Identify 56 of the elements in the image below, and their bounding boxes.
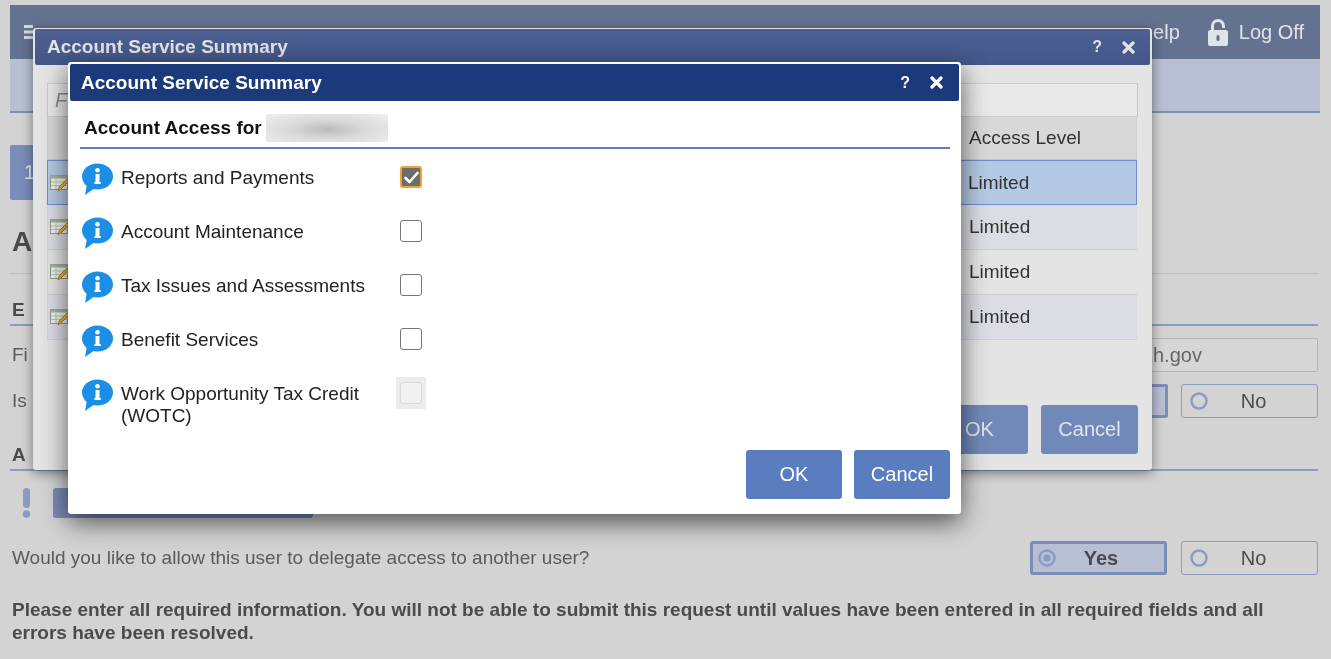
radio-option[interactable]: Yes [1030, 541, 1167, 575]
help-button[interactable]: ? [1092, 38, 1102, 56]
checkbox[interactable] [400, 328, 422, 350]
section-heading: A [12, 444, 26, 466]
field-label: Fi [12, 344, 28, 366]
option-label: Work Opportunity Tax Credit (WOTC) [121, 382, 360, 427]
step-tab[interactable]: 1 [10, 145, 35, 200]
option-label: Account Maintenance [121, 220, 305, 243]
checkbox[interactable] [400, 274, 422, 296]
dialog-title: Account Service Summary [47, 36, 289, 58]
section-heading: Account Access for [84, 117, 262, 139]
option-label: Reports and Payments [121, 166, 316, 189]
dialog-title: Account Service Summary [81, 71, 323, 94]
checkbox[interactable] [400, 220, 422, 242]
radio-option[interactable]: No [1181, 384, 1318, 418]
option-label: Benefit Services [121, 328, 260, 351]
notice-text: Please enter all required information. You will not be able to submit this request until values have been entered in all required fields and all errors have been resolved. [12, 598, 1265, 644]
checkbox[interactable] [400, 166, 422, 188]
dialog-button[interactable]: OK [746, 450, 842, 499]
edit-icon[interactable] [50, 263, 69, 281]
radio-icon [1190, 392, 1208, 410]
menu-icon[interactable] [24, 25, 33, 39]
section-heading: E [12, 299, 25, 321]
edit-icon[interactable] [50, 218, 69, 236]
check-icon [403, 170, 419, 184]
info-icon[interactable] [81, 379, 113, 411]
info-icon[interactable] [81, 217, 113, 249]
radio-icon [1038, 549, 1056, 567]
header-link[interactable]: Log Off [1238, 20, 1304, 44]
question-label: Is [12, 390, 27, 412]
question-text: Would you like to allow this user to delegate access to another user? [12, 547, 590, 569]
help-button[interactable]: ? [900, 73, 910, 92]
radio-option[interactable] [1152, 384, 1168, 418]
table-cell-text: Limited [968, 261, 1032, 283]
header-link[interactable]: elp [1153, 20, 1180, 44]
dialog-button[interactable]: Cancel [854, 450, 950, 499]
text-field[interactable]: h.gov [1151, 338, 1318, 372]
close-icon [930, 76, 943, 89]
option-label: Tax Issues and Assessments [121, 274, 366, 297]
radio-icon [1190, 549, 1208, 567]
table-cell-text: Limited [967, 171, 1031, 194]
edit-icon[interactable] [50, 173, 69, 192]
edit-icon[interactable] [50, 308, 69, 326]
table-cell-text: Limited [968, 306, 1032, 328]
column-header[interactable]: Access Level [959, 127, 1136, 149]
dialog-button[interactable]: Cancel [1041, 405, 1138, 454]
radio-option[interactable]: No [1181, 541, 1318, 575]
lock-icon [1207, 18, 1228, 46]
info-icon[interactable] [81, 163, 113, 195]
page-heading: A [12, 226, 33, 258]
exclamation-icon [22, 488, 31, 518]
info-icon[interactable] [81, 325, 113, 357]
close-icon [1122, 40, 1135, 54]
info-icon[interactable] [81, 271, 113, 303]
close-button[interactable] [1122, 40, 1135, 54]
table-cell-text: Limited [968, 216, 1032, 238]
